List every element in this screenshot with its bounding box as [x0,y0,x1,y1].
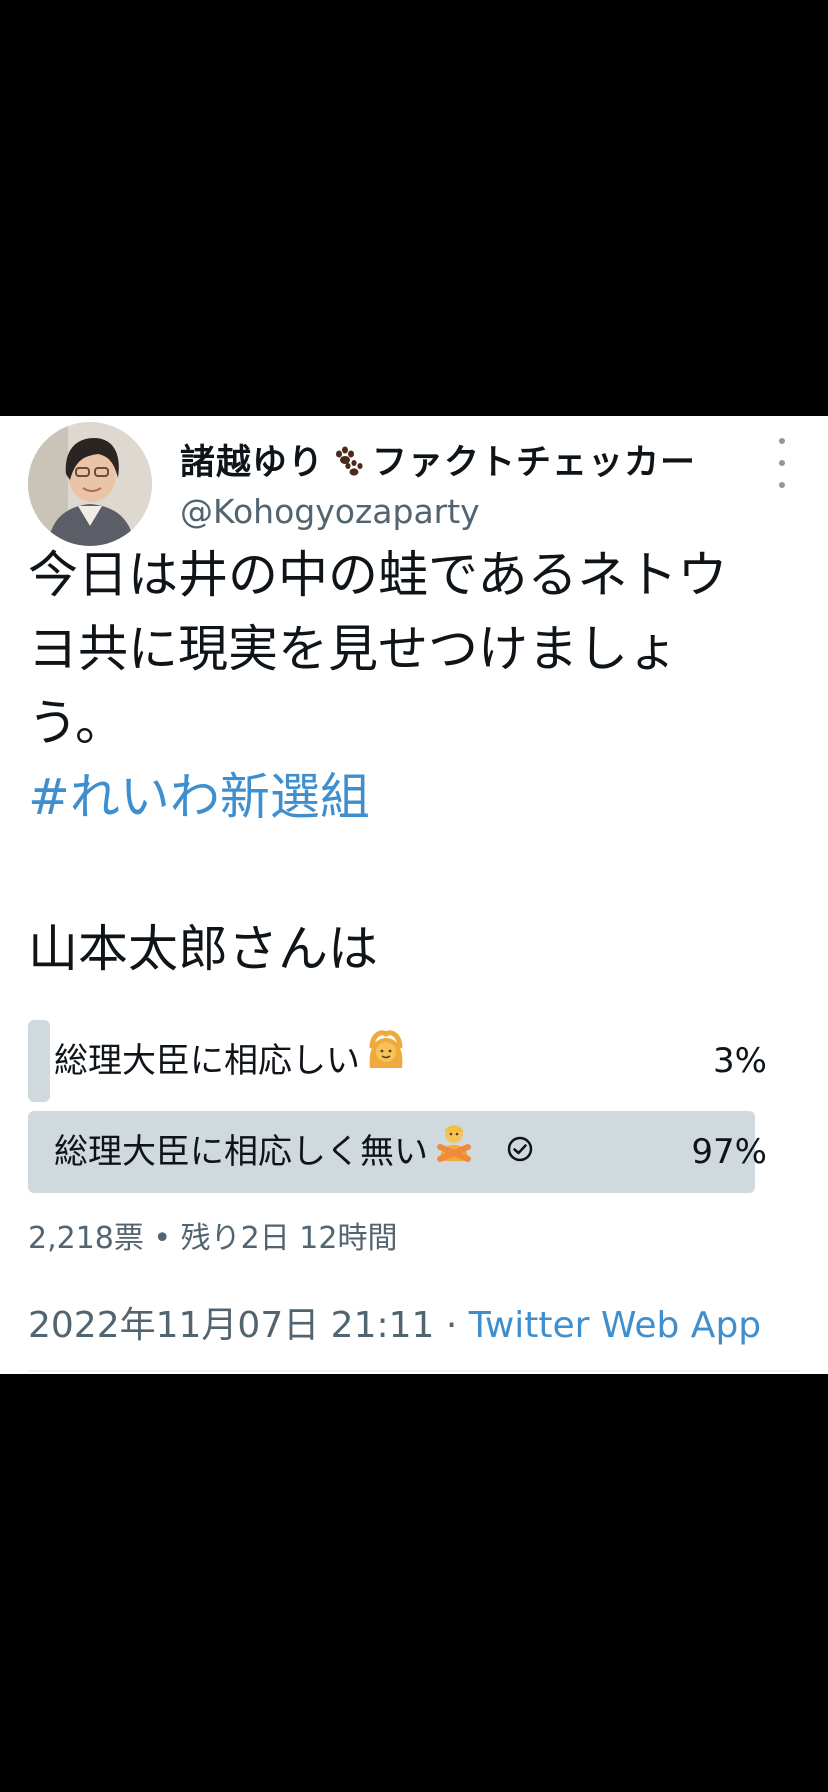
display-name-part-1: 諸越ゆり [180,443,325,483]
poll-bar [28,1020,51,1102]
poll-option-1[interactable]: 総理大臣に相応しい 3% [28,1020,777,1102]
poll-option-2[interactable]: 総理大臣に相応しく無い 97% [28,1111,777,1193]
tweet-card: 諸越ゆり ファクトチェッカー @Kohogyozaparty 今日は井の中の蛙で… [0,416,828,1374]
tweet-text: 今日は井の中の蛙であるネトウ ヨ共に現実を見せつけましょ う。 #れいわ新選組 [28,538,798,834]
poll-meta: 2,218票 • 残り2日 12時間 [28,1221,398,1256]
display-name[interactable]: 諸越ゆり ファクトチェッカー [180,434,696,487]
person-gesturing-no-icon [432,1111,476,1193]
avatar[interactable] [28,422,152,546]
check-circle-icon [506,1111,534,1193]
tweet-text-line: ヨ共に現実を見せつけましょ [28,620,678,678]
display-name-part-2: ファクトチェッカー [372,443,697,483]
divider [28,1370,800,1372]
timestamp-line: 2022年11月07日 21:11 · Twitter Web App [28,1296,761,1348]
poll-option-label: 総理大臣に相応しく無い [54,1111,534,1193]
poll-option-label: 総理大臣に相応しい [54,1020,408,1102]
user-handle[interactable]: @Kohogyozaparty [180,492,480,531]
tweet-text-line: 今日は井の中の蛙であるネトウ [28,546,728,604]
poll-option-percent: 97% [691,1132,767,1172]
poll-option-percent: 3% [713,1041,767,1081]
separator: · [434,1305,469,1346]
more-options-icon[interactable] [770,438,794,488]
paw-prints-icon [328,444,368,487]
tweet-text-line: う。 [28,694,125,752]
source-link[interactable]: Twitter Web App [469,1305,761,1346]
person-gesturing-ok-icon [364,1020,408,1102]
timestamp[interactable]: 2022年11月07日 21:11 [28,1305,434,1346]
hashtag-link[interactable]: #れいわ新選組 [28,760,798,834]
poll-question: 山本太郎さんは [28,920,378,978]
